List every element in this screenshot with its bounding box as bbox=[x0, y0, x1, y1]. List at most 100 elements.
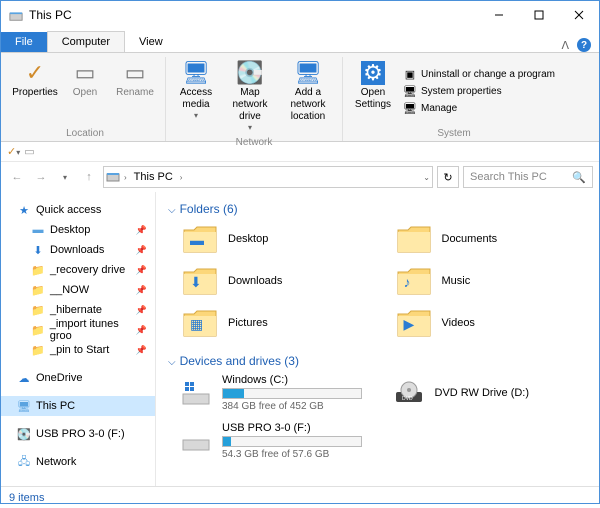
uninstall-button[interactable]: ▣Uninstall or change a program bbox=[403, 68, 555, 82]
nav-onedrive[interactable]: ☁OneDrive bbox=[1, 368, 155, 388]
nav-import[interactable]: 📁_import itunes groo📌 bbox=[1, 320, 155, 340]
quick-access-toolbar: ✓▾ ▭ bbox=[1, 142, 599, 162]
open-icon: ▭ bbox=[75, 59, 96, 87]
usb-drive-icon bbox=[180, 427, 212, 455]
title-bar: This PC bbox=[1, 1, 599, 29]
section-folders[interactable]: Folders (6) bbox=[164, 198, 591, 222]
folder-icon: 📁 bbox=[31, 304, 45, 317]
drive-c[interactable]: Windows (C:) 384 GB free of 452 GB bbox=[180, 374, 379, 412]
forward-button[interactable]: → bbox=[31, 167, 51, 187]
properties-icon: ✓ bbox=[26, 59, 44, 87]
desktop-icon: ▬ bbox=[31, 224, 45, 236]
drive-c-name: Windows (C:) bbox=[222, 374, 379, 386]
pin-icon: 📌 bbox=[136, 245, 147, 256]
system-properties-button[interactable]: 🖥System properties bbox=[403, 85, 555, 99]
access-media-button[interactable]: 🖥Access media▾ bbox=[172, 57, 220, 135]
pin-icon: 📌 bbox=[136, 325, 147, 336]
path-icon bbox=[106, 169, 120, 186]
properties-button[interactable]: ✓Properties bbox=[11, 57, 59, 126]
manage-button[interactable]: 🖥Manage bbox=[403, 102, 555, 116]
tab-view[interactable]: View bbox=[125, 32, 177, 52]
nav-pin[interactable]: 📁_pin to Start📌 bbox=[1, 340, 155, 360]
nav-desktop[interactable]: ▬Desktop📌 bbox=[1, 220, 155, 240]
refresh-button[interactable]: ↻ bbox=[437, 166, 459, 188]
folder-pictures[interactable]: ▦Pictures bbox=[180, 306, 378, 340]
folder-label: Desktop bbox=[228, 233, 268, 245]
pin-icon: 📌 bbox=[136, 305, 147, 316]
tab-computer[interactable]: Computer bbox=[47, 31, 125, 52]
drive-f-free: 54.3 GB free of 57.6 GB bbox=[222, 449, 379, 460]
star-icon: ★ bbox=[17, 204, 31, 217]
window-controls bbox=[479, 1, 599, 29]
ribbon-content: ✓Properties ▭Open ▭Rename Location 🖥Acce… bbox=[1, 52, 599, 142]
folder-desktop[interactable]: ▬ Desktop bbox=[180, 222, 378, 256]
close-button[interactable] bbox=[559, 1, 599, 29]
downloads-icon: ⬇ bbox=[31, 244, 45, 257]
drive-icon: 💽 bbox=[236, 59, 263, 87]
dvd-icon: DVD bbox=[393, 379, 425, 407]
address-bar: ← → ▾ ↑ › This PC › ⌄ ↻ Search This PC 🔍 bbox=[1, 162, 599, 192]
folder-icon: 📁 bbox=[31, 324, 45, 337]
nav-recovery[interactable]: 📁_recovery drive📌 bbox=[1, 260, 155, 280]
nav-this-pc[interactable]: 🖥This PC bbox=[1, 396, 155, 416]
navigation-pane: ★Quick access ▬Desktop📌 ⬇Downloads📌 📁_re… bbox=[1, 192, 156, 486]
drive-d-name: DVD RW Drive (D:) bbox=[435, 387, 592, 399]
nav-quick-access[interactable]: ★Quick access bbox=[1, 200, 155, 220]
folder-icon: ▬ bbox=[182, 224, 218, 254]
folder-label: Downloads bbox=[228, 275, 282, 287]
maximize-button[interactable] bbox=[519, 1, 559, 29]
search-icon: 🔍 bbox=[572, 171, 586, 184]
nav-downloads[interactable]: ⬇Downloads📌 bbox=[1, 240, 155, 260]
search-input[interactable]: Search This PC 🔍 bbox=[463, 166, 593, 188]
folder-videos[interactable]: ▶Videos bbox=[394, 306, 592, 340]
folder-documents[interactable]: Documents bbox=[394, 222, 592, 256]
status-bar: 9 items bbox=[1, 486, 599, 508]
pin-icon: 📌 bbox=[136, 225, 147, 236]
folder-icon: ▦ bbox=[182, 308, 218, 338]
nav-usb[interactable]: 💽USB PRO 3-0 (F:) bbox=[1, 424, 155, 444]
rename-icon: ▭ bbox=[125, 59, 146, 87]
qat-drive-icon[interactable]: ▭ bbox=[24, 145, 34, 158]
rename-button[interactable]: ▭Rename bbox=[111, 57, 159, 126]
open-button[interactable]: ▭Open bbox=[61, 57, 109, 126]
content-pane: Folders (6) ▬ Desktop Documents ⬇Downloads ♪… bbox=[156, 192, 599, 486]
open-settings-button[interactable]: ⚙Open Settings bbox=[349, 57, 397, 126]
network-icon: 🖧 bbox=[17, 453, 31, 472]
nav-hibernate[interactable]: 📁_hibernate📌 bbox=[1, 300, 155, 320]
path-root-chevron[interactable]: › bbox=[124, 173, 127, 182]
tab-file[interactable]: File bbox=[1, 32, 47, 52]
folder-label: Videos bbox=[442, 317, 475, 329]
folder-icon: ♪ bbox=[396, 266, 432, 296]
pc-icon: 🖥 bbox=[17, 400, 31, 413]
minimize-button[interactable] bbox=[479, 1, 519, 29]
map-drive-button[interactable]: 💽Map network drive▾ bbox=[222, 57, 278, 135]
app-icon bbox=[9, 8, 23, 22]
main-area: ★Quick access ▬Desktop📌 ⬇Downloads📌 📁_re… bbox=[1, 192, 599, 486]
drive-f[interactable]: USB PRO 3-0 (F:) 54.3 GB free of 57.6 GB bbox=[180, 422, 379, 460]
folder-icon: 📁 bbox=[31, 344, 45, 357]
drive-d[interactable]: DVD DVD RW Drive (D:) bbox=[393, 374, 592, 412]
back-button[interactable]: ← bbox=[7, 167, 27, 187]
drive-c-bar bbox=[222, 388, 362, 399]
folder-music[interactable]: ♪Music bbox=[394, 264, 592, 298]
path-dropdown[interactable]: ⌄ bbox=[423, 173, 430, 182]
add-location-button[interactable]: 🖥Add a network location bbox=[280, 57, 336, 135]
help-icon[interactable]: ? bbox=[577, 38, 591, 52]
section-drives[interactable]: Devices and drives (3) bbox=[164, 350, 591, 374]
breadcrumb-thispc[interactable]: This PC bbox=[131, 171, 176, 183]
folder-downloads[interactable]: ⬇Downloads bbox=[180, 264, 378, 298]
history-dropdown[interactable]: ▾ bbox=[55, 167, 75, 187]
svg-text:DVD: DVD bbox=[402, 396, 413, 402]
ribbon-group-network: 🖥Access media▾ 💽Map network drive▾ 🖥Add … bbox=[166, 57, 343, 141]
path-chevron[interactable]: › bbox=[180, 173, 183, 182]
folder-icon bbox=[396, 224, 432, 254]
qat-check-icon[interactable]: ✓▾ bbox=[7, 145, 20, 158]
path-box[interactable]: › This PC › ⌄ bbox=[103, 166, 433, 188]
nav-now[interactable]: 📁__NOW📌 bbox=[1, 280, 155, 300]
up-button[interactable]: ↑ bbox=[79, 167, 99, 187]
folder-label: Documents bbox=[442, 233, 498, 245]
usb-icon: 💽 bbox=[17, 428, 31, 441]
nav-network[interactable]: 🖧Network bbox=[1, 452, 155, 472]
group-label-system: System bbox=[437, 126, 470, 141]
collapse-ribbon-icon[interactable]: ᐱ bbox=[561, 39, 569, 52]
